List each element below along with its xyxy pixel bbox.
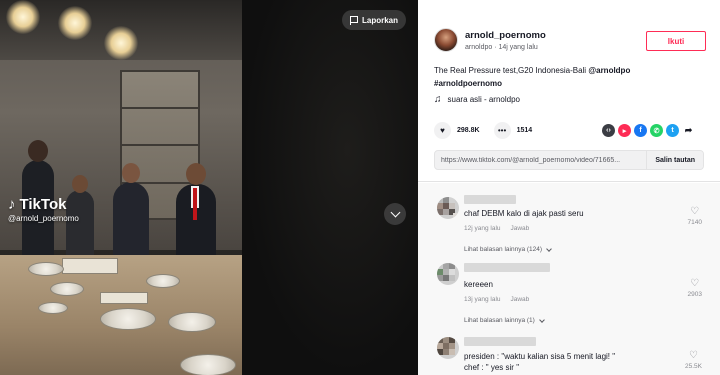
commenter-name-redacted[interactable]: [464, 337, 536, 346]
follow-button[interactable]: Ikuti: [646, 31, 706, 51]
view-replies-button[interactable]: Lihat balasan lainnya (1): [464, 316, 545, 324]
share-link-box: https://www.tiktok.com/@arnold_poernomo/…: [434, 150, 704, 170]
comments-list: chaf DEBM kalo di ajak pasti seru 12j ya…: [418, 183, 720, 375]
comment-icon: •••: [497, 126, 507, 135]
like-count: 298.8K: [457, 127, 480, 134]
flag-icon: [350, 15, 358, 25]
plate: [100, 308, 156, 330]
share-url[interactable]: https://www.tiktok.com/@arnold_poernomo/…: [435, 157, 646, 164]
post-caption: The Real Pressure test,G20 Indonesia-Bal…: [434, 66, 631, 88]
comment-text: chaf DEBM kalo di ajak pasti seru: [464, 209, 584, 218]
commenter-avatar[interactable]: [437, 197, 459, 219]
heart-outline-icon: ♡: [689, 350, 698, 361]
chevron-down-icon: [390, 207, 400, 218]
ceiling-light: [58, 6, 92, 40]
video-backdrop: [242, 0, 418, 375]
commenter-avatar[interactable]: [437, 263, 459, 285]
watermark-handle: @arnold_poernomo: [8, 214, 79, 223]
music-note-icon: ♫: [434, 94, 442, 105]
commenter-name-redacted[interactable]: [464, 263, 550, 272]
comment-time: 12j yang lalu: [464, 225, 501, 232]
plate: [180, 354, 236, 375]
twitter-icon[interactable]: t: [666, 124, 679, 137]
report-button[interactable]: Laporkan: [342, 10, 407, 30]
commenter-avatar[interactable]: [437, 337, 459, 359]
facebook-icon[interactable]: f: [634, 124, 647, 137]
ceiling-light: [104, 26, 138, 60]
share-arrow-icon[interactable]: ➦: [682, 124, 695, 137]
reply-button[interactable]: Jawab: [511, 296, 530, 303]
tiktok-logo-icon: ♪: [8, 196, 16, 213]
video-frame: [0, 0, 242, 375]
comment-button[interactable]: •••: [493, 122, 511, 139]
tiktok-page: ♪ TikTok @arnold_poernomo Laporkan arnol…: [0, 0, 720, 375]
engagement-stats: ♥ 298.8K ••• 1514: [434, 122, 546, 139]
comment-text: presiden : "waktu kalian sisa 5 menit la…: [464, 352, 616, 372]
author-handle[interactable]: arnoldpo: [465, 44, 492, 51]
caption-hashtag[interactable]: #arnoldpoernomo: [434, 79, 502, 88]
music-link[interactable]: ♫ suara asli - arnoldpo: [434, 94, 520, 105]
comment-meta: 13j yang lalu Jawab: [464, 296, 529, 303]
commenter-name-redacted[interactable]: [464, 195, 516, 204]
heart-icon: ♥: [440, 126, 445, 135]
copy-link-button[interactable]: Salin tautan: [646, 151, 703, 169]
heart-outline-icon: ♡: [690, 206, 700, 217]
info-panel: arnold_poernomo arnoldpo · 14j yang lalu…: [418, 0, 720, 375]
comment-like[interactable]: ♡ 25.5K: [685, 350, 702, 371]
plate: [28, 262, 64, 276]
like-button[interactable]: ♥: [434, 122, 451, 139]
plate: [38, 302, 68, 314]
share-icons: ‹› ▸ f ✆ t ➦: [602, 124, 695, 137]
author-avatar[interactable]: [434, 28, 458, 52]
tiktok-watermark: ♪ TikTok: [8, 196, 67, 213]
comment-like[interactable]: ♡ 7140: [688, 206, 702, 227]
plate: [146, 274, 180, 288]
comment-like[interactable]: ♡ 2903: [688, 278, 702, 299]
caption-mention[interactable]: @arnoldpo: [588, 66, 630, 75]
view-replies-button[interactable]: Lihat balasan lainnya (124): [464, 245, 552, 253]
comment-text: kereeen: [464, 280, 493, 289]
plate: [50, 282, 84, 296]
chevron-down-icon: [538, 316, 545, 323]
plate: [168, 312, 216, 332]
chevron-down-icon: [546, 245, 552, 252]
reply-button[interactable]: Jawab: [511, 225, 530, 232]
video-player[interactable]: ♪ TikTok @arnold_poernomo Laporkan: [0, 0, 418, 375]
ceiling-light: [6, 0, 40, 34]
post-header: arnold_poernomo arnoldpo · 14j yang lalu…: [418, 0, 720, 182]
heart-outline-icon: ♡: [690, 278, 700, 289]
embed-icon[interactable]: ‹›: [602, 124, 615, 137]
author-username[interactable]: arnold_poernomo: [465, 30, 546, 41]
post-time: 14j yang lalu: [498, 44, 538, 51]
next-video-button[interactable]: [384, 203, 406, 225]
send-icon[interactable]: ▸: [618, 124, 631, 137]
author-subline: arnoldpo · 14j yang lalu: [465, 44, 538, 51]
comment-count: 1514: [516, 127, 533, 134]
comment-time: 13j yang lalu: [464, 296, 501, 303]
whatsapp-icon[interactable]: ✆: [650, 124, 663, 137]
comment-meta: 12j yang lalu Jawab: [464, 225, 529, 232]
